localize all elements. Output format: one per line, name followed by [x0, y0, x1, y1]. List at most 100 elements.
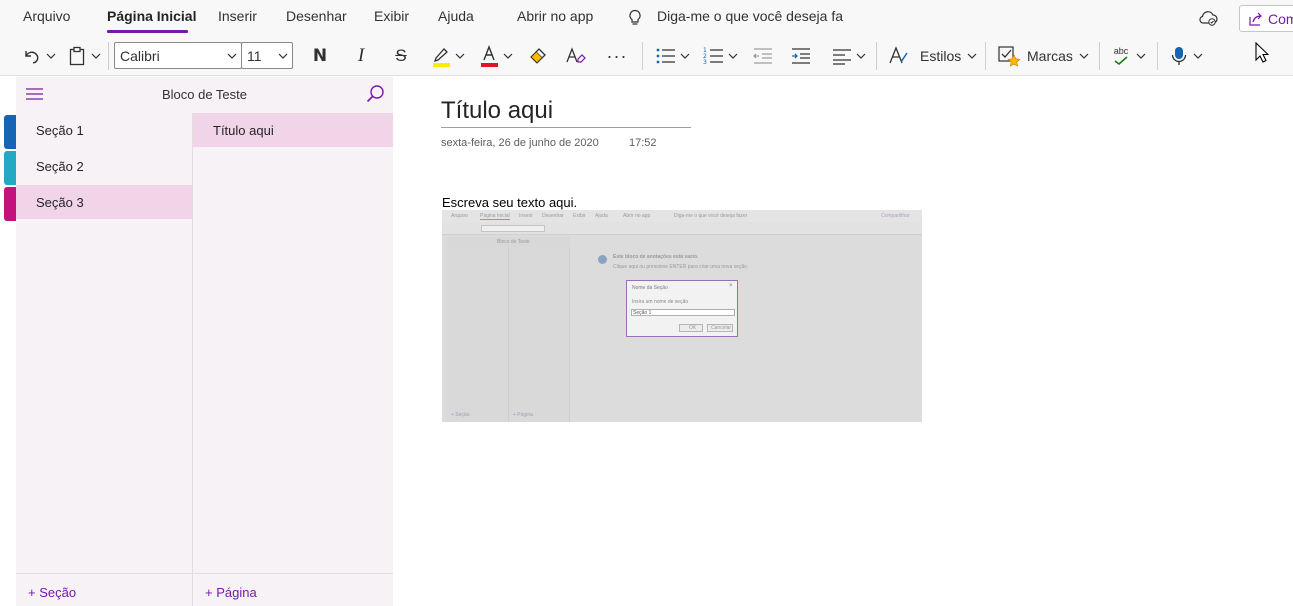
chevron-down-icon — [503, 53, 513, 59]
ribbon-divider — [985, 42, 986, 70]
undo-button[interactable] — [17, 36, 47, 76]
chevron-down-icon — [455, 53, 465, 59]
chevron-down-icon — [1136, 53, 1146, 59]
embedded-menu-bar: Arquivo Página Inicial Inserir Desenhar … — [442, 210, 922, 222]
embedded-ok-button: OK — [679, 324, 703, 332]
page-time: 17:52 — [629, 137, 657, 149]
embedded-screenshot-image[interactable]: Arquivo Página Inicial Inserir Desenhar … — [442, 210, 922, 422]
embedded-share: Compartilhar — [881, 213, 910, 219]
tab-arquivo[interactable]: Arquivo — [23, 8, 70, 24]
page-item[interactable]: Título aqui — [193, 113, 393, 147]
search-icon[interactable] — [366, 84, 385, 103]
ribbon-toolbar: Calibri 11 N I S ··· 1 2 3 Estilos Marca… — [0, 36, 1293, 76]
highlight-button[interactable] — [428, 36, 454, 76]
lightbulb-icon — [629, 9, 641, 25]
embedded-tab: Página Inicial — [480, 213, 510, 220]
embedded-dialog-title: Nome da Seção — [632, 285, 668, 291]
dictate-dropdown[interactable] — [1191, 36, 1205, 76]
chevron-down-icon — [227, 53, 237, 59]
spelling-icon — [1114, 55, 1128, 65]
ribbon-divider — [1099, 42, 1100, 70]
embedded-tab: Arquivo — [451, 213, 468, 219]
tab-exibir[interactable]: Exibir — [374, 8, 409, 24]
dictate-button[interactable] — [1167, 36, 1191, 76]
cloud-sync-icon[interactable] — [1197, 9, 1219, 27]
spelling-dropdown[interactable] — [1134, 36, 1148, 76]
section-item[interactable]: Seção 3 — [16, 185, 192, 219]
tell-me-search[interactable]: Diga-me o que você deseja fa — [657, 8, 843, 24]
spelling-button[interactable]: abc — [1108, 36, 1134, 76]
italic-button[interactable]: I — [347, 36, 375, 76]
embedded-empty-hint: Clique aqui ou pressione ENTER para cria… — [613, 264, 749, 270]
embedded-cancel-button: Cancelar — [707, 324, 733, 332]
section-label: Seção 3 — [36, 195, 84, 210]
tab-desenhar[interactable]: Desenhar — [286, 8, 347, 24]
bullets-dropdown[interactable] — [678, 36, 692, 76]
share-button[interactable]: Com — [1239, 5, 1293, 32]
undo-dropdown[interactable] — [44, 36, 58, 76]
chevron-down-icon — [46, 53, 56, 59]
styles-button[interactable]: Estilos — [888, 36, 978, 76]
font-color-dropdown[interactable] — [501, 36, 515, 76]
highlight-dropdown[interactable] — [453, 36, 467, 76]
align-button[interactable] — [830, 36, 854, 76]
page-title[interactable]: Título aqui — [441, 97, 553, 125]
paste-button[interactable] — [66, 36, 88, 76]
add-page-label: + Página — [205, 585, 257, 600]
section-item[interactable]: Seção 1 — [16, 113, 192, 147]
embedded-notebook-header: Bloco de Teste — [447, 237, 570, 247]
format-painter-button[interactable] — [525, 36, 551, 76]
format-painter-icon — [530, 48, 546, 64]
add-section-button[interactable]: + Seção — [16, 573, 192, 606]
embedded-sections-pane: + Seção — [447, 247, 509, 422]
numbering-button[interactable]: 1 2 3 — [701, 36, 727, 76]
section-color-tab — [4, 115, 16, 149]
decrease-indent-button[interactable] — [750, 36, 776, 76]
numbering-dropdown[interactable] — [726, 36, 740, 76]
page-date: sexta-feira, 26 de junho de 2020 — [441, 137, 599, 149]
tags-label: Marcas — [1027, 48, 1073, 64]
section-item[interactable]: Seção 2 — [16, 149, 192, 183]
clear-formatting-button[interactable] — [562, 36, 590, 76]
embedded-add-section: + Seção — [451, 412, 470, 418]
tab-inserir[interactable]: Inserir — [218, 8, 257, 24]
highlight-icon — [433, 48, 450, 67]
increase-indent-button[interactable] — [788, 36, 814, 76]
strikethrough-button[interactable]: S — [387, 36, 415, 76]
bullets-button[interactable] — [653, 36, 679, 76]
add-page-button[interactable]: + Página — [193, 573, 393, 606]
font-size-value: 11 — [247, 48, 262, 64]
section-color-tab — [4, 187, 16, 221]
numbering-icon: 1 2 3 — [703, 47, 723, 66]
embedded-tab: Exibir — [573, 213, 586, 219]
chevron-down-icon — [856, 53, 866, 59]
font-name-select[interactable]: Calibri — [114, 42, 242, 69]
page-body-text[interactable]: Escreva seu texto aqui. — [442, 195, 577, 210]
menu-bar: Arquivo Página Inicial Inserir Desenhar … — [0, 0, 1293, 36]
paste-dropdown[interactable] — [89, 36, 103, 76]
align-dropdown[interactable] — [854, 36, 868, 76]
font-size-select[interactable]: 11 — [241, 42, 293, 69]
bold-label: N — [312, 46, 328, 66]
embedded-info-icon — [598, 255, 607, 264]
embedded-empty-notice: Este bloco de anotações está vazio. — [613, 254, 699, 260]
styles-label: Estilos — [920, 48, 962, 64]
more-font-options-button[interactable]: ··· — [604, 36, 630, 76]
ribbon-divider — [108, 42, 109, 70]
tags-button[interactable]: Marcas — [997, 36, 1091, 76]
embedded-font-box — [481, 225, 545, 232]
embedded-dialog-input: Seção 1 — [631, 309, 735, 316]
embedded-cancel-label: Cancelar — [711, 325, 732, 331]
section-color-tab — [4, 151, 16, 185]
font-color-button[interactable] — [476, 36, 502, 76]
bold-button[interactable]: N — [306, 36, 334, 76]
open-in-app-link[interactable]: Abrir no app — [517, 8, 593, 24]
share-icon — [1249, 12, 1262, 26]
chevron-down-icon — [967, 53, 977, 59]
tab-pagina-inicial[interactable]: Página Inicial — [107, 8, 196, 24]
notebook-title[interactable]: Bloco de Teste — [16, 87, 393, 102]
ribbon-divider — [642, 42, 643, 70]
ribbon-divider — [876, 42, 877, 70]
tab-ajuda[interactable]: Ajuda — [438, 8, 474, 24]
embedded-tell-me: Diga-me o que você deseja fazer — [674, 213, 748, 219]
